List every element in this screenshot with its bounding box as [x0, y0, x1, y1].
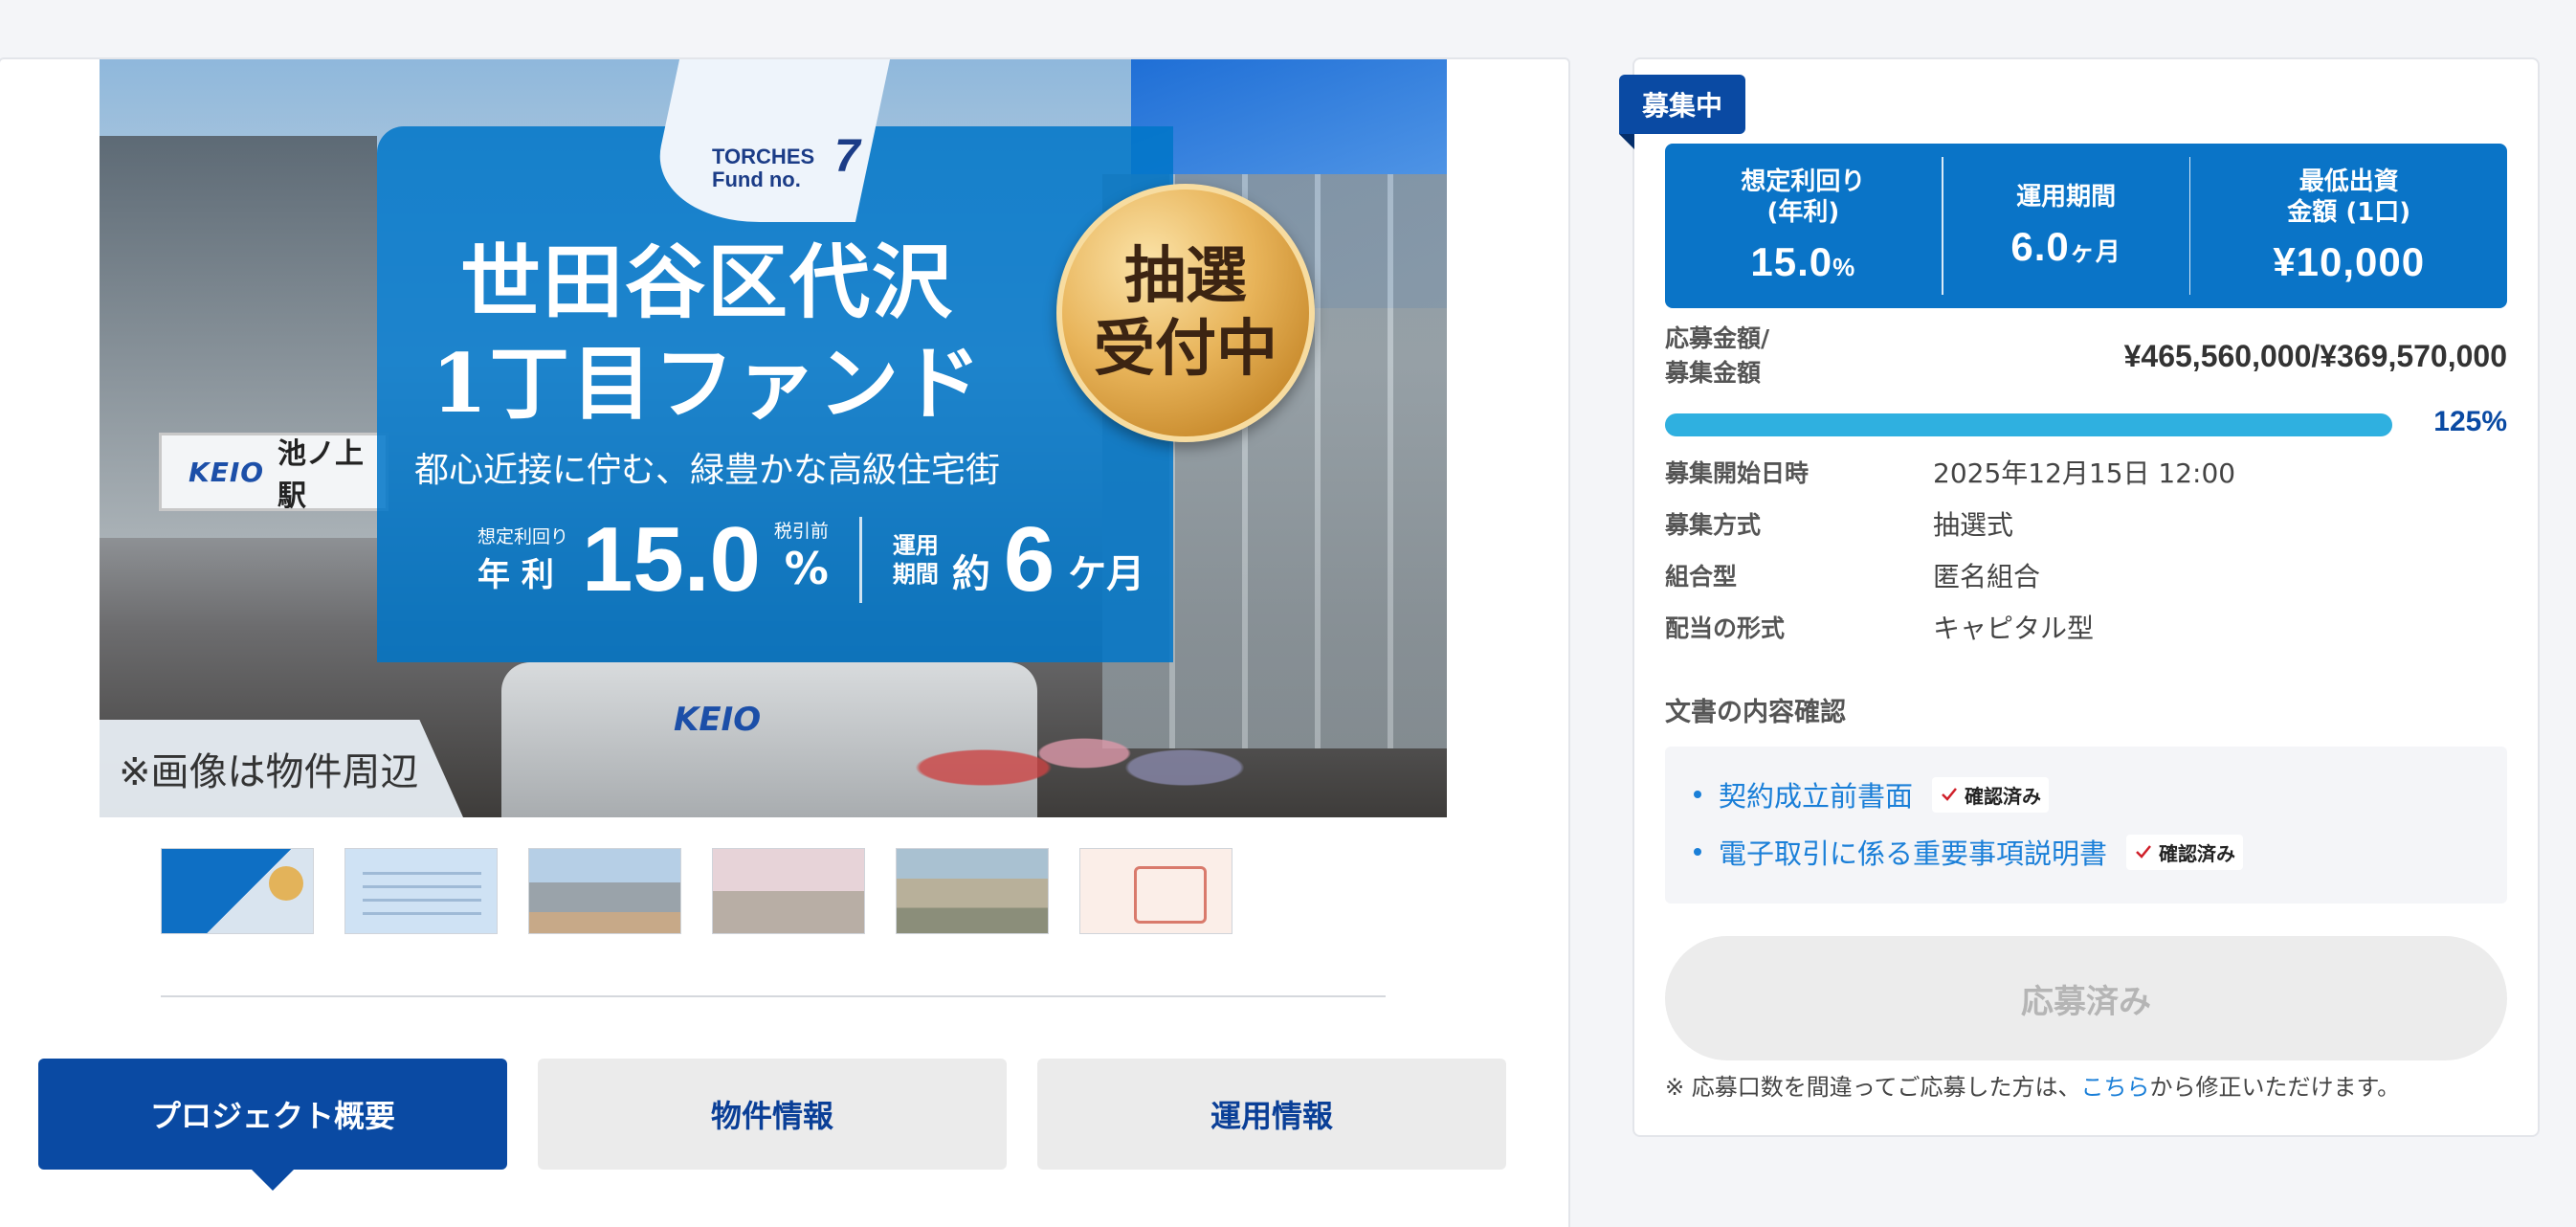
thumbnail-1[interactable]	[161, 848, 314, 934]
hero-yield-unit: 税引前 %	[774, 520, 829, 600]
notice-suffix: から修正いただけます。	[2149, 1074, 2401, 1101]
train-logo: KEIO	[674, 701, 762, 739]
hero-period-value: 6	[1003, 508, 1055, 611]
notice-link[interactable]: こちら	[2081, 1074, 2150, 1101]
thumbnail-3[interactable]	[528, 848, 681, 934]
amount-label: 応募金額/ 募集金額	[1665, 324, 1770, 387]
doc-link-electronic-transaction[interactable]: 電子取引に係る重要事項説明書	[1719, 832, 2107, 872]
doc-confirmed-badge: 確認済み	[1932, 776, 2050, 813]
stat-yield-value: 15.0	[1750, 239, 1833, 284]
hero-people	[903, 681, 1305, 817]
stat-yield-value-wrap: 15.0%	[1750, 239, 1855, 285]
thumbnail-6[interactable]	[1079, 848, 1232, 934]
info-key: 組合型	[1665, 563, 1738, 591]
funding-progress-fill	[1665, 413, 2392, 436]
funding-progress-bar	[1665, 413, 2392, 436]
fund-label-line1: TORCHES	[712, 145, 815, 168]
tab-operation-info[interactable]: 運用情報	[1037, 1059, 1506, 1170]
doc-confirmed-label: 確認済み	[2159, 841, 2236, 865]
hero-title-line1: 世田谷区代沢	[459, 234, 954, 329]
doc-confirmed-label: 確認済み	[1965, 784, 2042, 808]
amount-row: 応募金額/ 募集金額 ¥465,560,000/¥369,570,000	[1665, 322, 2507, 390]
thumbnail-4[interactable]	[712, 848, 865, 934]
bullet-icon	[1694, 791, 1701, 798]
thumbnail-2[interactable]	[344, 848, 498, 934]
stat-yield-label: 想定利回り (年利)	[1741, 167, 1866, 227]
tab-property-info[interactable]: 物件情報	[538, 1059, 1007, 1170]
info-key: 募集方式	[1665, 511, 1762, 539]
hero-period-label-line2: 期間	[892, 561, 939, 588]
fund-label: TORCHES Fund no. 7	[712, 134, 860, 191]
hero-image: KEIO 池ノ上駅 KEIO TORCHES Fund no. 7 世田谷区代沢…	[100, 59, 1447, 817]
stat-min-investment-value: ¥10,000	[2273, 239, 2426, 284]
tab-project-overview[interactable]: プロジェクト概要	[38, 1059, 507, 1170]
docs-list: 契約成立前書面 確認済み 電子取引に係る重要事項説明書 確認済み	[1665, 747, 2507, 904]
station-sign: KEIO 池ノ上駅	[159, 433, 389, 513]
stat-yield: 想定利回り (年利) 15.0%	[1665, 157, 1942, 295]
stat-period-unit: ヶ月	[2069, 237, 2121, 266]
info-row: 募集開始日時 2025年12月15日 12:00	[1665, 446, 2507, 498]
doc-item: 契約成立前書面 確認済み	[1694, 766, 2478, 823]
key-stats-box: 想定利回り (年利) 15.0% 運用期間 6.0ヶ月 最低出資 金額 (1口)…	[1665, 144, 2507, 308]
hero-title: 世田谷区代沢 1丁目ファンド	[377, 232, 1037, 435]
applied-button[interactable]: 応募済み	[1665, 936, 2507, 1060]
section-divider	[161, 995, 1386, 997]
stat-yield-unit: %	[1832, 253, 1856, 281]
status-badge: 募集中	[1619, 75, 1745, 149]
check-icon	[2136, 845, 2151, 859]
hero-subtitle: 都心近接に佇む、緑豊かな高級住宅街	[413, 451, 1000, 490]
notice-prefix: ※ 応募口数を間違ってご応募した方は、	[1665, 1074, 2081, 1101]
doc-link-pre-contract[interactable]: 契約成立前書面	[1719, 774, 1913, 814]
station-name: 池ノ上駅	[278, 437, 365, 513]
hero-stats-divider	[858, 517, 862, 603]
hero-yield-small-label: 想定利回り	[477, 525, 569, 547]
stat-period: 運用期間 6.0ヶ月	[1943, 157, 2189, 295]
hero-tax-label: 税引前	[773, 521, 829, 542]
hero-stats: 想定利回り 年 利 15.0 税引前 % 運用 期間 約 6 ケ月	[477, 514, 1144, 606]
hero-period-label: 運用 期間	[893, 531, 939, 589]
hero-yield-label: 想定利回り 年 利	[477, 525, 568, 595]
docs-title: 文書の内容確認	[1665, 698, 1846, 727]
funding-progress-percent: 125%	[2433, 406, 2507, 437]
check-icon	[1942, 788, 1957, 801]
fund-number: 7	[834, 131, 860, 182]
stat-min-investment-label: 最低出資 金額 (1口)	[2287, 167, 2411, 227]
thumbnail-strip	[161, 848, 1232, 934]
hero-yield-big-label: 年 利	[477, 555, 554, 594]
stat-period-value-wrap: 6.0ヶ月	[2010, 224, 2121, 270]
keio-logo: KEIO	[189, 456, 265, 488]
info-value: 匿名組合	[1933, 561, 2041, 592]
correction-notice: ※ 応募口数を間違ってご応募した方は、こちらから修正いただけます。	[1665, 1068, 2400, 1102]
info-row: 配当の形式 キャピタル型	[1665, 601, 2507, 653]
info-row: 組合型 匿名組合	[1665, 549, 2507, 601]
bullet-icon	[1694, 848, 1701, 856]
stat-min-investment: 最低出資 金額 (1口) ¥10,000	[2190, 157, 2507, 295]
hero-period-label-line1: 運用	[892, 532, 939, 559]
hero-title-line2: 1丁目ファンド	[431, 336, 984, 431]
doc-item: 電子取引に係る重要事項説明書 確認済み	[1694, 823, 2478, 881]
info-value: 2025年12月15日 12:00	[1933, 457, 2236, 489]
stat-period-label: 運用期間	[2016, 183, 2117, 212]
thumbnail-5[interactable]	[896, 848, 1049, 934]
info-value: 抽選式	[1933, 509, 2014, 541]
info-value: キャピタル型	[1933, 613, 2095, 644]
hero-period-prefix: 約	[951, 552, 990, 596]
fund-info-table: 募集開始日時 2025年12月15日 12:00 募集方式 抽選式 組合型 匿名…	[1665, 446, 2507, 653]
hero-yield-pct: %	[784, 543, 829, 594]
lottery-seal-text: 抽選 受付中	[1094, 240, 1277, 385]
info-key: 募集開始日時	[1665, 459, 1810, 487]
doc-confirmed-badge: 確認済み	[2126, 834, 2244, 870]
project-tabs: プロジェクト概要 物件情報 運用情報	[38, 1059, 1506, 1170]
info-row: 募集方式 抽選式	[1665, 498, 2507, 549]
hero-period-unit: ケ月	[1068, 552, 1145, 596]
hero-yield-value: 15.0	[582, 508, 761, 611]
amount-value: ¥465,560,000/¥369,570,000	[2123, 338, 2507, 373]
info-key: 配当の形式	[1665, 614, 1786, 642]
lottery-seal: 抽選 受付中	[1056, 184, 1315, 442]
stat-period-value: 6.0	[2010, 224, 2070, 269]
hero-caption: ※画像は物件周辺	[100, 720, 463, 817]
fund-label-line2: Fund no.	[712, 167, 801, 191]
